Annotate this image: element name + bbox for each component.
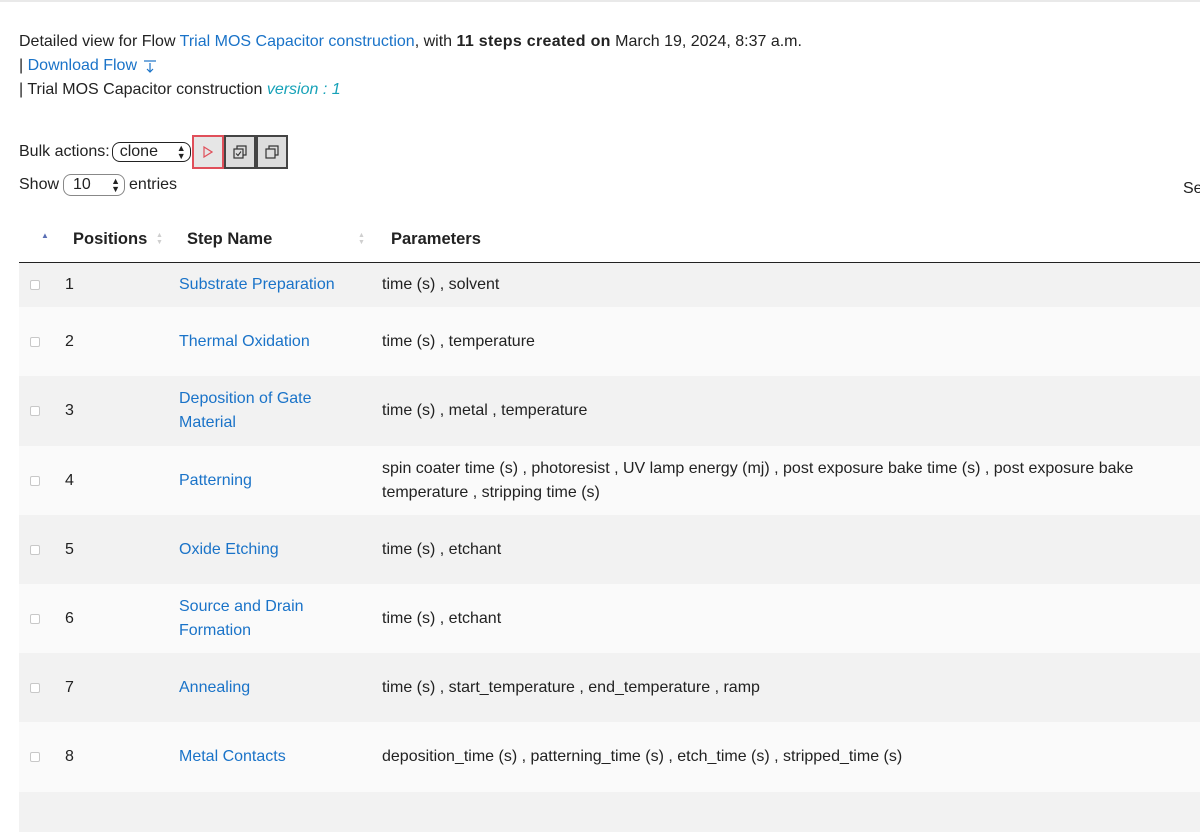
table-length-control: Show 10 ▲ ▼ entries bbox=[19, 174, 177, 196]
column-header-parameters[interactable]: Parameters bbox=[391, 220, 481, 262]
column-header-step-name[interactable]: Step Name bbox=[187, 220, 272, 262]
column-header-positions[interactable]: Positions bbox=[73, 220, 147, 262]
entries-per-page-value: 10 bbox=[73, 176, 91, 193]
row-checkbox[interactable] bbox=[30, 682, 40, 693]
row-parameters: spin coater time (s) , photoresist , UV … bbox=[382, 459, 1134, 501]
row-position: 1 bbox=[65, 276, 74, 293]
bulk-actions-label: Bulk actions: bbox=[19, 143, 110, 160]
table-row bbox=[19, 792, 1200, 832]
table-row: 2 Thermal Oxidation time (s) , temperatu… bbox=[19, 307, 1200, 376]
row-position: 3 bbox=[65, 402, 74, 419]
row-parameters: deposition_time (s) , patterning_time (s… bbox=[382, 748, 903, 765]
summary-with: , with bbox=[414, 33, 457, 50]
created-date: March 19, 2024, 8:37 a.m. bbox=[610, 33, 802, 50]
row-parameters: time (s) , etchant bbox=[382, 609, 502, 627]
steps-table: ▲ Positions ▲ ▼ Step Name ▲ ▼ Parameters 1… bbox=[19, 220, 1200, 832]
row-position: 7 bbox=[65, 678, 74, 696]
select-arrows-icon: ▲ ▼ bbox=[176, 143, 186, 161]
show-label: Show bbox=[19, 176, 60, 193]
summary-prefix: Detailed view for Flow bbox=[19, 33, 180, 50]
version-label: version : 1 bbox=[266, 81, 341, 98]
bulk-actions: Bulk actions: clone ▲ ▼ bbox=[19, 134, 288, 170]
bulk-action-value: clone bbox=[119, 143, 158, 160]
row-position: 8 bbox=[65, 748, 74, 765]
row-position: 4 bbox=[65, 471, 74, 489]
table-row: 5 Oxide Etching time (s) , etchant bbox=[19, 515, 1200, 584]
step-name-link[interactable]: Thermal Oxidation bbox=[179, 307, 369, 376]
run-bulk-action-button[interactable] bbox=[191, 135, 224, 169]
row-parameters: time (s) , solvent bbox=[382, 276, 500, 293]
flow-summary-line: Detailed view for Flow Trial MOS Capacit… bbox=[19, 30, 802, 54]
play-icon bbox=[203, 146, 213, 158]
select-all-button[interactable] bbox=[223, 135, 256, 169]
download-flow-label: Download Flow bbox=[27, 57, 137, 74]
row-parameters: time (s) , temperature bbox=[382, 332, 535, 350]
row-position: 5 bbox=[65, 540, 74, 558]
row-position: 6 bbox=[65, 609, 74, 627]
row-checkbox[interactable] bbox=[30, 406, 40, 416]
table-row: 7 Annealing time (s) , start_temperature… bbox=[19, 653, 1200, 722]
row-checkbox[interactable] bbox=[30, 280, 40, 290]
download-icon bbox=[144, 60, 156, 73]
deselect-all-button[interactable] bbox=[255, 135, 288, 169]
table-row: 3 Deposition of Gate Material time (s) ,… bbox=[19, 376, 1200, 446]
row-checkbox[interactable] bbox=[30, 613, 40, 624]
step-name-link[interactable]: Deposition of Gate Material bbox=[179, 376, 329, 446]
bulk-action-select[interactable]: clone ▲ ▼ bbox=[111, 142, 191, 162]
entries-label: entries bbox=[129, 176, 178, 193]
table-row: 1 Substrate Preparation time (s) , solve… bbox=[19, 263, 1200, 307]
row-parameters: time (s) , start_temperature , end_tempe… bbox=[382, 678, 760, 696]
step-name-link[interactable]: Annealing bbox=[179, 653, 369, 722]
step-name-link[interactable]: Oxide Etching bbox=[179, 515, 369, 584]
sort-icon[interactable]: ▲ ▼ bbox=[358, 232, 365, 246]
flow-name-link[interactable]: Trial MOS Capacitor construction bbox=[180, 33, 415, 50]
copy-check-icon bbox=[233, 145, 247, 159]
row-checkbox[interactable] bbox=[30, 475, 40, 486]
download-line: | Download Flow bbox=[19, 54, 802, 78]
table-row: 4 Patterning spin coater time (s) , phot… bbox=[19, 446, 1200, 515]
step-name-link[interactable]: Metal Contacts bbox=[179, 722, 369, 792]
flow-title-line: | Trial MOS Capacitor construction versi… bbox=[19, 78, 802, 102]
table-header: ▲ Positions ▲ ▼ Step Name ▲ ▼ Parameters bbox=[19, 220, 1200, 263]
copy-icon bbox=[265, 145, 279, 159]
separator-bar: | bbox=[19, 57, 28, 74]
step-name-link[interactable]: Patterning bbox=[179, 446, 369, 515]
table-row: 8 Metal Contacts deposition_time (s) , p… bbox=[19, 722, 1200, 792]
flow-title: Trial MOS Capacitor construction bbox=[27, 81, 263, 98]
row-parameters: time (s) , etchant bbox=[382, 540, 502, 558]
steps-created-text: 11 steps created on bbox=[456, 33, 611, 50]
step-name-link[interactable]: Source and Drain Formation bbox=[179, 584, 319, 653]
row-position: 2 bbox=[65, 332, 74, 350]
entries-per-page-select[interactable]: 10 ▲ ▼ bbox=[63, 174, 126, 196]
row-parameters: time (s) , metal , temperature bbox=[382, 402, 588, 419]
step-name-link[interactable]: Substrate Preparation bbox=[179, 263, 369, 307]
table-row: 6 Source and Drain Formation time (s) , … bbox=[19, 584, 1200, 653]
select-arrows-icon: ▲ ▼ bbox=[111, 176, 121, 194]
sort-ascending-icon[interactable]: ▲ bbox=[41, 220, 49, 262]
row-checkbox[interactable] bbox=[30, 544, 40, 555]
search-label: Se bbox=[1183, 180, 1200, 197]
sort-icon[interactable]: ▲ ▼ bbox=[156, 232, 163, 246]
row-checkbox[interactable] bbox=[30, 752, 40, 762]
download-flow-link[interactable]: Download Flow bbox=[28, 57, 157, 74]
top-border bbox=[0, 0, 1200, 2]
row-checkbox[interactable] bbox=[30, 336, 40, 347]
flow-info: Detailed view for Flow Trial MOS Capacit… bbox=[19, 30, 802, 102]
